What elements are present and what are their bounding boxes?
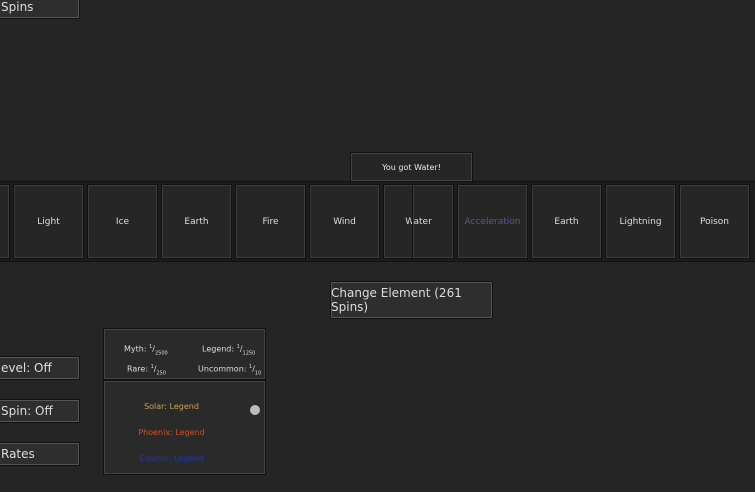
rates-button[interactable]: Rates: [0, 442, 80, 466]
element-tile: Acceleration: [457, 184, 528, 259]
element-spinner-strip: Light Ice Earth Fire Wind Water Accelera…: [0, 181, 755, 262]
rare-rate: Rare: 1/250: [127, 364, 166, 377]
rates-panel: Myth: 1/2500 Legend: 1/1250 Rare: 1/250 …: [103, 328, 266, 380]
element-tile: Fire: [235, 184, 306, 259]
element-tile: Lightning: [605, 184, 676, 259]
element-tile: Earth: [161, 184, 232, 259]
myth-rate: Myth: 1/2500: [124, 344, 168, 357]
special-solar: Solar: Legend: [144, 402, 199, 411]
change-element-button[interactable]: Change Element (261 Spins): [330, 281, 493, 319]
selector-overlay: [412, 184, 454, 259]
auto-level-toggle[interactable]: evel: Off: [0, 356, 80, 380]
element-tile-partial: [0, 184, 10, 259]
special-elements-panel: Solar: Legend Phoenix: Legend Cosmic: Le…: [103, 380, 266, 475]
result-banner: You got Water!: [350, 152, 473, 182]
scrollbar-handle[interactable]: [250, 405, 260, 415]
special-cosmic: Cosmic: Legend: [139, 454, 204, 463]
element-tile: Earth: [531, 184, 602, 259]
auto-spin-toggle[interactable]: Spin: Off: [0, 399, 80, 423]
element-tile: Wind: [309, 184, 380, 259]
uncommon-rate: Uncommon: 1/10: [198, 364, 262, 377]
spins-button[interactable]: Spins: [0, 0, 80, 19]
special-phoenix: Phoenix: Legend: [138, 428, 205, 437]
element-tile: Poison: [679, 184, 750, 259]
element-tile: Light: [13, 184, 84, 259]
legend-rate: Legend: 1/1250: [202, 344, 256, 357]
element-tile: Ice: [87, 184, 158, 259]
